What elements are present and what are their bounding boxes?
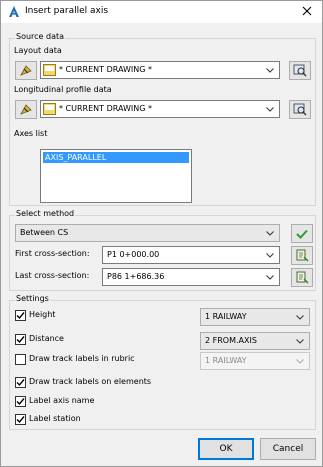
checkmark-icon <box>16 379 25 387</box>
pick-section-icon <box>296 271 308 284</box>
chevron-down-icon <box>296 339 304 344</box>
method-select[interactable]: Between CS <box>15 224 280 242</box>
window-title: Insert parallel axis <box>25 6 109 16</box>
browse-icon <box>293 103 307 116</box>
cancel-button[interactable]: Cancel <box>260 438 316 460</box>
layout-data-label: Layout data <box>14 46 62 55</box>
profile-pick-button[interactable] <box>15 100 37 119</box>
last-cs-label: Last cross-section: <box>15 271 90 280</box>
pick-from-drawing-icon <box>20 65 32 76</box>
first-cs-select[interactable]: P1 0+000.00 <box>102 246 280 264</box>
axis-name-label: Label axis name <box>29 396 95 405</box>
axes-list-label: Axes list <box>14 129 48 138</box>
distance-value: 2 FROM.AXIS <box>205 336 257 345</box>
checkmark-icon <box>16 312 25 320</box>
profile-data-select[interactable]: * CURRENT DRAWING * <box>40 100 280 118</box>
distance-select[interactable]: 2 FROM.AXIS <box>200 332 310 350</box>
checkmark-icon <box>16 416 25 424</box>
pick-section-icon <box>296 249 308 262</box>
dialog-window: Insert parallel axis Source data Layout … <box>0 0 323 467</box>
profile-data-value: * CURRENT DRAWING * <box>59 104 152 113</box>
app-logo-icon <box>9 6 19 17</box>
ok-button[interactable]: OK <box>198 438 254 460</box>
browse-icon <box>293 64 307 77</box>
profile-data-label: Longitudinal profile data <box>14 85 112 94</box>
first-cs-label: First cross-section: <box>15 249 90 258</box>
distance-label: Distance <box>29 334 64 343</box>
layout-pick-button[interactable] <box>15 61 37 80</box>
height-value: 1 RAILWAY <box>205 312 247 321</box>
checkmark-icon <box>296 229 308 239</box>
chevron-down-icon <box>296 359 304 364</box>
axes-listbox[interactable]: AXIS_PARALLEL <box>40 149 192 203</box>
source-data-label: Source data <box>15 32 66 41</box>
layout-data-select[interactable]: * CURRENT DRAWING * <box>40 61 280 79</box>
station-checkbox[interactable] <box>15 414 26 425</box>
rubric-checkbox[interactable] <box>15 354 26 365</box>
elements-checkbox[interactable] <box>15 377 26 388</box>
checkmark-icon <box>16 398 25 406</box>
drawing-file-icon <box>43 64 56 76</box>
chevron-down-icon <box>266 275 274 280</box>
height-label: Height <box>29 310 56 319</box>
height-checkbox[interactable] <box>15 310 26 321</box>
chevron-down-icon <box>266 231 274 236</box>
pick-from-drawing-icon <box>20 104 32 115</box>
elements-label: Draw track labels on elements <box>29 377 152 386</box>
confirm-method-button[interactable] <box>291 224 313 243</box>
rubric-label: Draw track labels in rubric <box>29 354 135 363</box>
height-select[interactable]: 1 RAILWAY <box>200 308 310 326</box>
chevron-down-icon <box>266 68 274 73</box>
chevron-down-icon <box>296 315 304 320</box>
chevron-down-icon <box>266 107 274 112</box>
drawing-file-icon <box>43 103 56 115</box>
axis-name-checkbox[interactable] <box>15 396 26 407</box>
layout-data-value: * CURRENT DRAWING * <box>59 65 152 74</box>
close-icon <box>302 6 312 16</box>
station-label: Label station <box>29 414 81 423</box>
list-item[interactable]: AXIS_PARALLEL <box>43 152 189 163</box>
settings-label: Settings <box>15 294 50 303</box>
first-cs-value: P1 0+000.00 <box>107 250 160 259</box>
last-cs-select[interactable]: P86 1+686.36 <box>102 268 280 286</box>
rubric-value: 1 RAILWAY <box>205 356 247 365</box>
last-cs-pick-button[interactable] <box>291 268 313 287</box>
rubric-select: 1 RAILWAY <box>200 352 310 370</box>
profile-browse-button[interactable] <box>289 100 311 119</box>
chevron-down-icon <box>266 253 274 258</box>
select-method-label: Select method <box>15 209 76 218</box>
first-cs-pick-button[interactable] <box>291 246 313 265</box>
checkmark-icon <box>16 336 25 344</box>
distance-checkbox[interactable] <box>15 334 26 345</box>
title-bar: Insert parallel axis <box>1 1 322 23</box>
method-value: Between CS <box>20 228 69 237</box>
layout-browse-button[interactable] <box>289 61 311 80</box>
last-cs-value: P86 1+686.36 <box>107 272 165 281</box>
close-button[interactable] <box>300 4 314 18</box>
